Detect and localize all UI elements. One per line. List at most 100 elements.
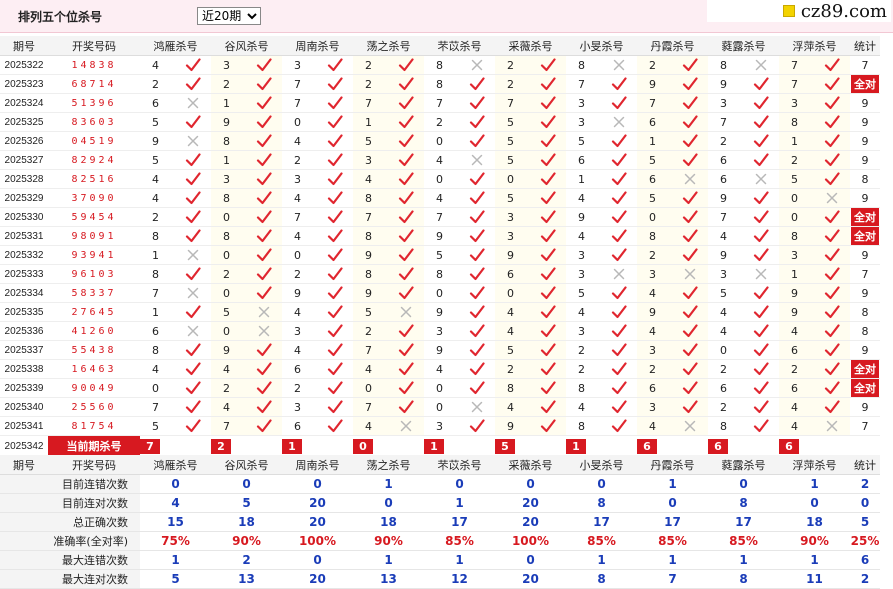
kill-cell: 2: [495, 55, 566, 75]
check-icon: [611, 419, 627, 433]
kill-cell: 2: [353, 55, 424, 75]
summary-value: 25%: [850, 531, 880, 551]
kill-cell: 2: [637, 245, 708, 265]
kill-cell: 4: [495, 302, 566, 322]
main-col-header: 小旻杀号: [566, 36, 637, 56]
kill-number: 4: [294, 229, 301, 243]
kill-number: 7: [294, 77, 301, 91]
kill-number: 3: [294, 172, 301, 186]
check-icon: [540, 229, 556, 243]
kill-cell: 7: [282, 74, 353, 94]
kill-cell: 8: [211, 226, 282, 246]
draw-number-cell: 96103: [48, 264, 140, 284]
kill-number: 8: [436, 267, 443, 281]
kill-cell: 3: [566, 112, 637, 132]
kill-number: 0: [223, 210, 230, 224]
kill-number: 2: [649, 58, 656, 72]
cross-icon: [471, 59, 483, 71]
kill-cell: 2: [637, 55, 708, 75]
draw-number-cell: 37090: [48, 188, 140, 208]
check-icon: [824, 77, 840, 91]
check-icon: [753, 286, 769, 300]
kill-cell: 7: [495, 93, 566, 113]
summary-value: 20: [282, 512, 353, 532]
check-icon: [682, 191, 698, 205]
kill-number: 2: [578, 362, 585, 376]
check-icon: [611, 191, 627, 205]
kill-cell: 4: [708, 321, 779, 341]
check-icon: [185, 229, 201, 243]
check-icon: [327, 229, 343, 243]
kill-number: 2: [720, 362, 727, 376]
main-header-row: 期号 开奖号码 鸿雁杀号 谷风杀号 周南杀号 荡之杀号 芣苡杀号 采薇杀号 小旻杀号 丹霞杀号 蕤露…: [0, 36, 880, 56]
kill-cell: 4: [140, 359, 211, 379]
summary-table: 期号 开奖号码 鸿雁杀号 谷风杀号 周南杀号 荡之杀号 芣苡杀号 采薇杀号 小旻杀号 丹霞杀号 蕤露…: [0, 455, 880, 589]
stat-cell: 8: [850, 302, 880, 322]
summary-value: 5: [850, 512, 880, 532]
kill-number: 7: [365, 210, 372, 224]
kill-cell: 4: [424, 188, 495, 208]
page-title: 排列五个位杀号: [18, 10, 103, 24]
kill-number: 5: [152, 115, 159, 129]
kill-number: 6: [791, 343, 798, 357]
period-cell: 2025324: [0, 93, 48, 113]
check-icon: [682, 362, 698, 376]
summary-label: 目前连对次数: [0, 493, 140, 513]
kill-number: 0: [223, 286, 230, 300]
check-icon: [327, 248, 343, 262]
cross-icon: [471, 154, 483, 166]
draw-number-cell: 82516: [48, 169, 140, 189]
kill-cell: 9: [779, 302, 850, 322]
check-icon: [327, 58, 343, 72]
check-icon: [824, 229, 840, 243]
kill-number: 7: [152, 400, 159, 414]
current-kill-cell: 1: [424, 435, 495, 457]
period-select[interactable]: 近20期: [197, 7, 261, 25]
kill-number: 0: [436, 172, 443, 186]
check-icon: [469, 172, 485, 186]
kill-cell: 2: [779, 150, 850, 170]
main-col-header: 采薇杀号: [495, 36, 566, 56]
period-cell: 2025340: [0, 397, 48, 417]
check-icon: [327, 153, 343, 167]
kill-cell: 3: [708, 93, 779, 113]
kill-number: 0: [223, 324, 230, 338]
brand-logo[interactable]: cz89.com: [707, 0, 891, 22]
kill-number: 4: [294, 343, 301, 357]
check-icon: [753, 381, 769, 395]
check-icon: [256, 248, 272, 262]
kill-cell: 8: [211, 131, 282, 151]
kill-cell: 5: [779, 169, 850, 189]
check-icon: [327, 419, 343, 433]
check-icon: [540, 324, 556, 338]
check-icon: [611, 153, 627, 167]
kill-number: 4: [294, 305, 301, 319]
kill-cell: 3: [566, 264, 637, 284]
kill-cell: 5: [708, 283, 779, 303]
check-icon: [682, 400, 698, 414]
kill-number: 2: [507, 58, 514, 72]
check-icon: [753, 248, 769, 262]
draw-number-cell: 83603: [48, 112, 140, 132]
kill-cell: 5: [495, 112, 566, 132]
kill-number: 2: [223, 77, 230, 91]
current-kill-value: 6: [637, 438, 657, 454]
check-icon: [256, 419, 272, 433]
kill-cell: 3: [495, 207, 566, 227]
check-icon: [469, 286, 485, 300]
kill-number: 2: [294, 153, 301, 167]
kill-number: 9: [436, 343, 443, 357]
draw-number-cell: 58337: [48, 283, 140, 303]
check-icon: [824, 153, 840, 167]
summary-label: 准确率(全对率): [0, 531, 140, 551]
kill-number: 8: [152, 343, 159, 357]
kill-number: 9: [365, 248, 372, 262]
kill-number: 3: [365, 153, 372, 167]
kill-number: 4: [791, 400, 798, 414]
kill-number: 3: [649, 343, 656, 357]
check-icon: [540, 419, 556, 433]
kill-cell: 4: [282, 302, 353, 322]
kill-cell: 9: [424, 226, 495, 246]
summary-col-header: 浮萍杀号: [779, 455, 850, 475]
kill-number: 2: [223, 381, 230, 395]
